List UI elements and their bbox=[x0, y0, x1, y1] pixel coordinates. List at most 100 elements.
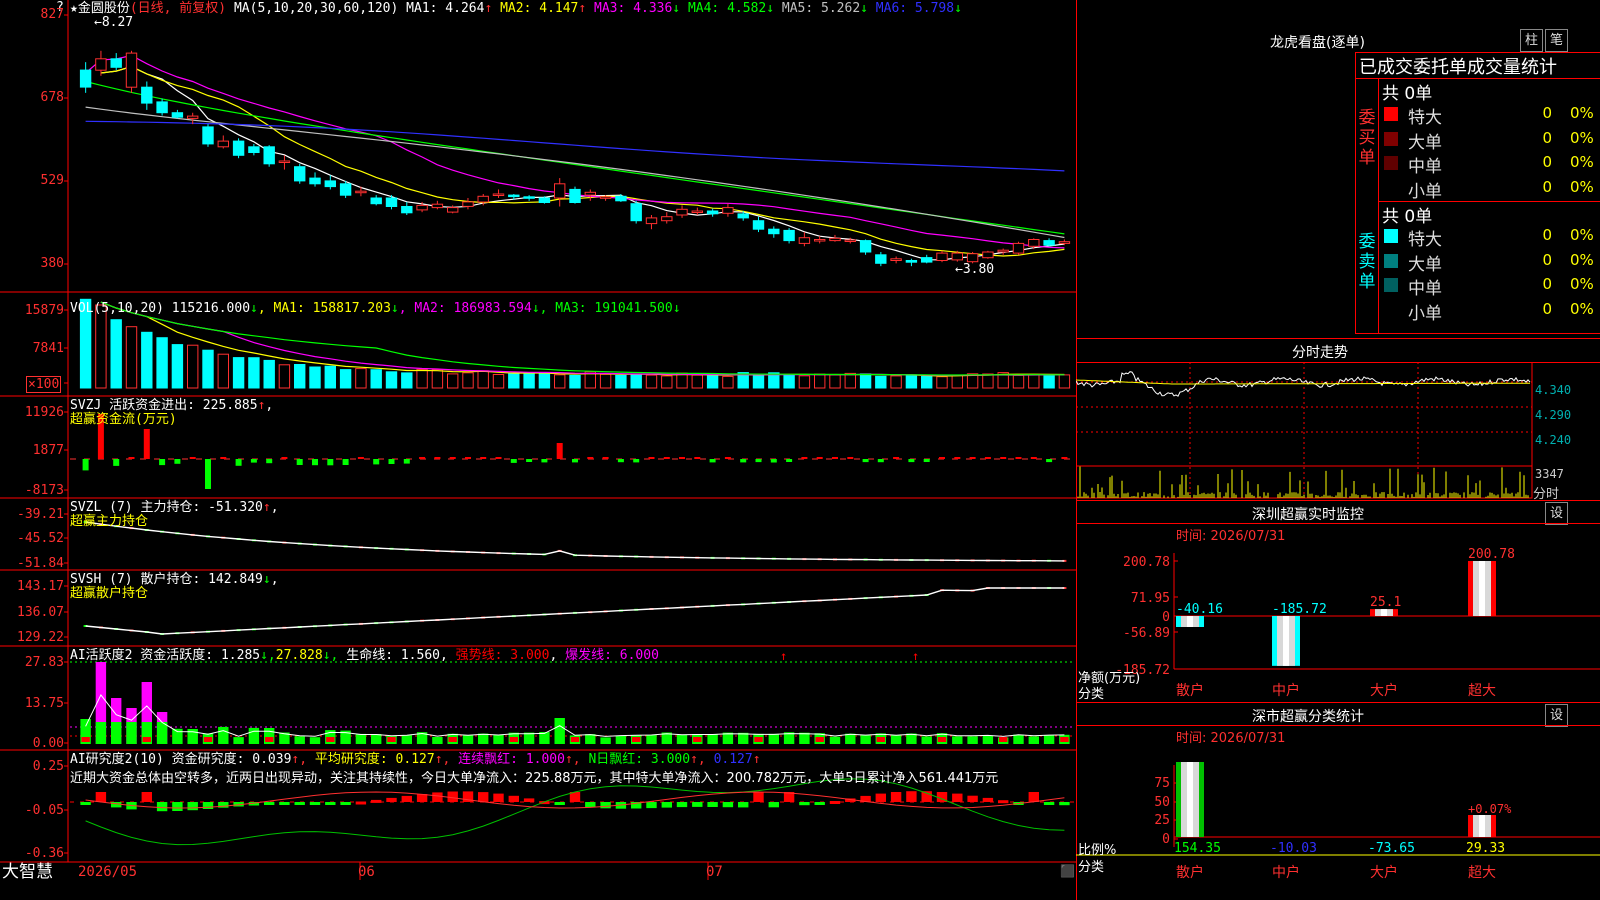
activity-bar-top bbox=[142, 737, 151, 742]
legend-swatch bbox=[1384, 253, 1398, 268]
fund-flow-bar bbox=[969, 457, 976, 459]
ma1-line bbox=[100, 65, 1065, 261]
fund-flow-bar bbox=[434, 457, 441, 459]
candle bbox=[768, 228, 780, 235]
fund-flow-bar bbox=[1046, 459, 1053, 463]
activity-bar bbox=[111, 722, 122, 744]
activity-bar bbox=[829, 736, 841, 744]
activity-bar bbox=[952, 736, 963, 744]
y-tick: 129.22 bbox=[17, 630, 64, 645]
vol-value: , MA3: 191041.500 bbox=[539, 301, 673, 316]
volume-bar bbox=[187, 344, 199, 389]
vol-value: 115216.000 bbox=[171, 301, 251, 316]
activity-bar-top bbox=[937, 737, 947, 742]
order-count: 0 bbox=[1542, 128, 1552, 147]
vol-value: , MA1: 158817.203 bbox=[257, 301, 391, 316]
fund-flow-bar bbox=[159, 459, 166, 466]
volume-bar bbox=[982, 373, 994, 389]
candle bbox=[829, 237, 841, 242]
category-settings-button[interactable]: 设 bbox=[1545, 704, 1568, 727]
activity-bar-top bbox=[326, 737, 335, 742]
monitor-settings-button[interactable]: 设 bbox=[1545, 502, 1568, 525]
fund-flow-bar bbox=[128, 457, 135, 459]
fund-flow-bar bbox=[1030, 457, 1037, 459]
order-percent: 0% bbox=[1570, 177, 1594, 196]
activity-bar-top bbox=[815, 737, 824, 742]
buy-total: 共 0单 bbox=[1382, 84, 1433, 104]
y-tick: 529 bbox=[40, 173, 64, 188]
candle bbox=[1012, 242, 1025, 254]
activity-bar-top bbox=[387, 737, 396, 742]
sell-order-row: 特大 0 0% bbox=[1380, 224, 1600, 250]
research-bar bbox=[141, 792, 152, 802]
candle bbox=[844, 239, 856, 242]
candle bbox=[752, 220, 765, 230]
bar-highlight bbox=[1479, 561, 1485, 616]
volume-bar bbox=[538, 372, 551, 389]
activity-bar bbox=[432, 736, 443, 744]
sell-orders-label: 委卖单 bbox=[1358, 232, 1376, 292]
volume-bar bbox=[401, 372, 413, 389]
order-percent: 0% bbox=[1570, 104, 1594, 122]
fund-flow-bar bbox=[847, 457, 854, 459]
candle bbox=[890, 258, 902, 261]
activity-bar-top bbox=[632, 737, 641, 742]
order-percent: 0% bbox=[1570, 275, 1594, 293]
volume-bar bbox=[951, 374, 963, 389]
research-bar bbox=[309, 802, 321, 805]
y-tick: 11926 bbox=[24, 405, 64, 420]
category-chart[interactable]: 75 50 25 0 154.35 散户 -10.03 中户 -73.65 大户 29.33 超大 +0… bbox=[1076, 725, 1600, 900]
intraday-y-tick: 4.290 bbox=[1535, 408, 1572, 422]
bar-mode-button[interactable]: 柱 bbox=[1520, 29, 1543, 52]
fund-flow-bar bbox=[923, 459, 930, 462]
research-bar bbox=[202, 802, 214, 809]
fund-flow-bar bbox=[893, 457, 900, 459]
candle bbox=[232, 140, 245, 156]
legend-swatch bbox=[1384, 107, 1398, 121]
divider bbox=[1076, 500, 1600, 501]
order-percent: 0% bbox=[1570, 299, 1594, 318]
ma-value: MA4: 4.582 bbox=[680, 1, 767, 16]
svzj-head: SVZJ 活跃资金进出: 225.885↑, bbox=[70, 398, 274, 413]
intraday-y-tick: 4.340 bbox=[1535, 383, 1572, 397]
volume-bar bbox=[477, 370, 489, 389]
svzj-sub: 超赢资金流(万元) bbox=[70, 412, 177, 427]
period-label: (日线, 前复权) bbox=[129, 1, 227, 16]
stock-name[interactable]: ★金圆股份 bbox=[70, 1, 130, 16]
intraday-vol-max: 3347 bbox=[1535, 467, 1564, 481]
monitor-chart[interactable]: 200.7871.950-56.89-185.72-40.16散户-185.72… bbox=[1076, 523, 1600, 701]
candle bbox=[508, 194, 520, 198]
fund-flow-bar bbox=[633, 459, 640, 463]
candle bbox=[385, 197, 398, 207]
y-tick: 15879 bbox=[24, 303, 64, 318]
activity-bar bbox=[860, 735, 871, 744]
activity-bar bbox=[309, 737, 321, 744]
activity-bar-top bbox=[754, 737, 763, 742]
activity-bar bbox=[676, 734, 688, 744]
bar-value-label: -10.03 bbox=[1270, 841, 1317, 856]
candle bbox=[569, 188, 581, 203]
activity-bar bbox=[248, 727, 260, 744]
volume-bar bbox=[1058, 374, 1071, 389]
y-tick: 50 bbox=[1154, 795, 1170, 810]
category-bar bbox=[1468, 815, 1496, 837]
volume-bar bbox=[324, 365, 337, 389]
ma-head: MA(5,10,20,30,60,120) bbox=[233, 1, 399, 16]
research-bar bbox=[967, 795, 978, 802]
fund-flow-bar bbox=[602, 457, 609, 459]
fund-flow-bar bbox=[403, 459, 410, 464]
volume-bar bbox=[844, 372, 856, 389]
app-name[interactable]: 大智慧 bbox=[2, 862, 53, 882]
vol-values: 115216.000↓, MA1: 158817.203↓, MA2: 1869… bbox=[172, 301, 681, 316]
intraday-chart[interactable] bbox=[1076, 362, 1600, 500]
y-tick: 136.07 bbox=[17, 605, 64, 620]
y-tick: -8173 bbox=[24, 483, 64, 498]
activity-bar bbox=[585, 734, 596, 744]
vol-head-line: VOL(5,10,20) 115216.000↓, MA1: 158817.20… bbox=[70, 301, 681, 316]
research-line bbox=[85, 778, 1065, 846]
volume-bar bbox=[95, 304, 107, 389]
fund-flow-bar bbox=[694, 457, 701, 459]
tick-mode-button[interactable]: 笔 bbox=[1545, 29, 1568, 52]
volume-bar bbox=[523, 372, 535, 389]
lock-icon[interactable]: ⬛ bbox=[1060, 864, 1075, 879]
